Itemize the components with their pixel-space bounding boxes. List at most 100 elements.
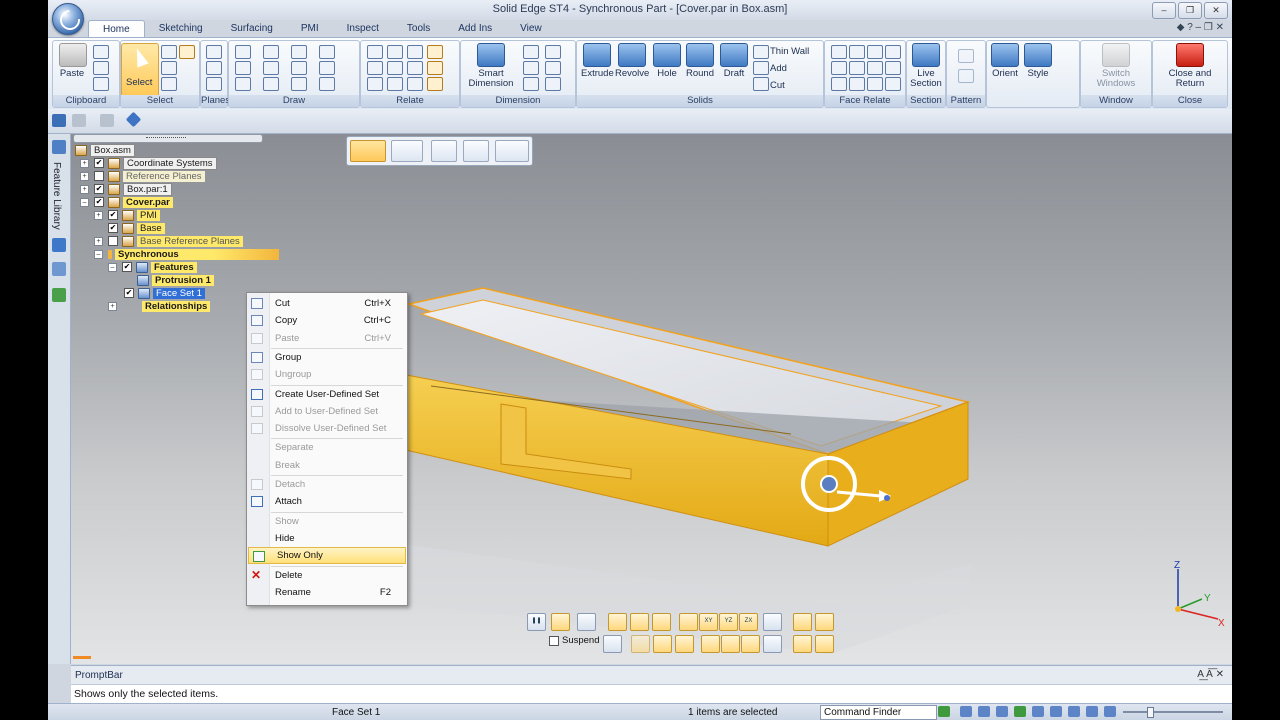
- select-funnel-icon[interactable]: [161, 61, 177, 75]
- orient-button[interactable]: Orient: [989, 43, 1021, 79]
- expand-icon[interactable]: +: [108, 301, 117, 311]
- rigid-set-icon[interactable]: [427, 61, 443, 75]
- tab-pmi[interactable]: PMI: [287, 20, 333, 38]
- expand-icon[interactable]: +: [94, 210, 103, 220]
- visibility-checkbox[interactable]: ✔: [108, 223, 118, 233]
- menu-item-hide[interactable]: Hide: [247, 530, 405, 547]
- format-painter-icon[interactable]: [93, 77, 109, 91]
- prompt-bar-tools[interactable]: A͟ A͞ ✕: [1197, 669, 1224, 680]
- collapse-icon[interactable]: –: [94, 249, 103, 259]
- align-x-icon[interactable]: [701, 635, 720, 653]
- revolve-button[interactable]: Revolve: [615, 43, 649, 79]
- select-filter-icon[interactable]: [179, 45, 195, 59]
- extend-icon[interactable]: [291, 77, 307, 91]
- tree-item-features[interactable]: – ✔ Features: [108, 261, 197, 273]
- rotate-view-icon[interactable]: [1032, 706, 1044, 717]
- angular-coordinate-icon[interactable]: [545, 61, 561, 75]
- display-icon[interactable]: [1086, 706, 1098, 717]
- tree-item-box-par[interactable]: + ✔ Box.par:1: [80, 182, 172, 196]
- plane-xy-icon[interactable]: XY: [699, 613, 718, 631]
- steering-wheel-origin-icon[interactable]: [820, 475, 838, 493]
- tree-item-base[interactable]: ✔ Base: [94, 222, 165, 234]
- tree-item-reference-planes[interactable]: + Reference Planes: [80, 170, 205, 182]
- cut-feature-icon[interactable]: [753, 77, 769, 91]
- circle-icon[interactable]: [235, 77, 251, 91]
- tree-item-pmi[interactable]: + ✔ PMI: [94, 209, 160, 221]
- coaxial-icon[interactable]: [849, 45, 865, 59]
- close-and-return-button[interactable]: Close and Return: [1157, 43, 1223, 89]
- fit-icon[interactable]: [996, 706, 1008, 717]
- live-rules-parallel-icon[interactable]: [631, 635, 650, 653]
- add-label[interactable]: Add: [770, 63, 787, 74]
- concentric-icon[interactable]: [387, 77, 403, 91]
- menu-item-attach[interactable]: Attach: [247, 493, 405, 510]
- expand-icon[interactable]: +: [80, 158, 89, 168]
- tree-item-synchronous[interactable]: – Synchronous: [94, 248, 279, 260]
- offset-face-icon[interactable]: [885, 61, 901, 75]
- collapse-icon[interactable]: –: [108, 262, 117, 272]
- select-button[interactable]: Select: [121, 43, 159, 97]
- redo-icon[interactable]: [100, 114, 114, 127]
- zoom-slider[interactable]: [1123, 707, 1223, 718]
- tree-item-cover-par[interactable]: – ✔ Cover.par: [80, 196, 173, 208]
- undo-icon[interactable]: [72, 114, 86, 127]
- select-tool-icon[interactable]: [350, 140, 386, 162]
- rectangle-icon[interactable]: [235, 61, 251, 75]
- pan-icon[interactable]: [1014, 706, 1026, 717]
- select-filter-dropdown-icon[interactable]: [495, 140, 529, 162]
- parallel-face-icon[interactable]: [867, 45, 883, 59]
- symmetric-diameter-icon[interactable]: [523, 77, 539, 91]
- align-icon[interactable]: [763, 613, 782, 631]
- tree-root[interactable]: Box.asm: [75, 143, 135, 157]
- zoom-area-icon[interactable]: [960, 706, 972, 717]
- menu-item-show-only[interactable]: Show Only: [248, 547, 406, 565]
- align-z-icon[interactable]: [741, 635, 760, 653]
- collapse-icon[interactable]: –: [80, 197, 89, 207]
- view-icon[interactable]: [1050, 706, 1062, 717]
- copy-icon[interactable]: [93, 61, 109, 75]
- suspend-checkbox[interactable]: Suspend: [549, 635, 600, 646]
- live-rules-tangent-icon[interactable]: [675, 635, 694, 653]
- plane-zx-button[interactable]: ZX: [739, 613, 758, 631]
- zoom-slider-thumb[interactable]: [1147, 707, 1154, 718]
- extent-icon[interactable]: [815, 635, 834, 653]
- expand-icon[interactable]: +: [94, 236, 103, 246]
- relate-icon[interactable]: [815, 613, 834, 631]
- coordinate-dim-icon[interactable]: [523, 61, 539, 75]
- rotate-icon[interactable]: [551, 613, 570, 631]
- expand-icon[interactable]: +: [80, 171, 89, 181]
- tab-tools[interactable]: Tools: [393, 20, 444, 38]
- rigid-face-icon[interactable]: [831, 77, 847, 91]
- visibility-checkbox[interactable]: ✔: [108, 210, 118, 220]
- perpendicular-icon[interactable]: [387, 61, 403, 75]
- cut-icon[interactable]: [93, 45, 109, 59]
- command-finder-input[interactable]: Command Finder: [820, 705, 937, 720]
- suspend-checkbox-box[interactable]: [549, 635, 559, 646]
- menu-item-cut[interactable]: Cut Ctrl+X: [247, 295, 405, 312]
- offset-icon[interactable]: [319, 45, 335, 59]
- sensors-tab-icon[interactable]: [52, 262, 66, 276]
- menu-item-group[interactable]: Group: [247, 349, 405, 366]
- curve-icon[interactable]: [263, 61, 279, 75]
- refresh-icon[interactable]: [938, 706, 950, 717]
- view-orientation-icon[interactable]: [125, 111, 142, 128]
- face-group-icon[interactable]: [793, 635, 812, 653]
- fillet-icon[interactable]: [291, 45, 307, 59]
- tree-item-face-set-1[interactable]: ✔ Face Set 1: [124, 287, 205, 299]
- line-icon[interactable]: [235, 45, 251, 59]
- rotate-face-icon[interactable]: [652, 613, 671, 631]
- pathfinder-scrollbar[interactable]: [73, 134, 263, 143]
- visibility-checkbox[interactable]: [108, 236, 118, 246]
- steering-wheel-handle-icon[interactable]: [884, 495, 890, 501]
- angle-between-icon[interactable]: [545, 45, 561, 59]
- menu-item-delete[interactable]: ✕ Delete: [247, 567, 405, 584]
- dimension-style-icon[interactable]: [545, 77, 561, 91]
- expand-icon[interactable]: +: [80, 184, 89, 194]
- visibility-checkbox[interactable]: ✔: [94, 158, 104, 168]
- tangent-icon[interactable]: [407, 45, 423, 59]
- minimize-button[interactable]: –: [1152, 2, 1176, 19]
- zoom-icon[interactable]: [978, 706, 990, 717]
- maximize-button[interactable]: ❐: [1178, 2, 1202, 19]
- ellipse-icon[interactable]: [263, 77, 279, 91]
- plane-yz-icon[interactable]: [679, 613, 698, 631]
